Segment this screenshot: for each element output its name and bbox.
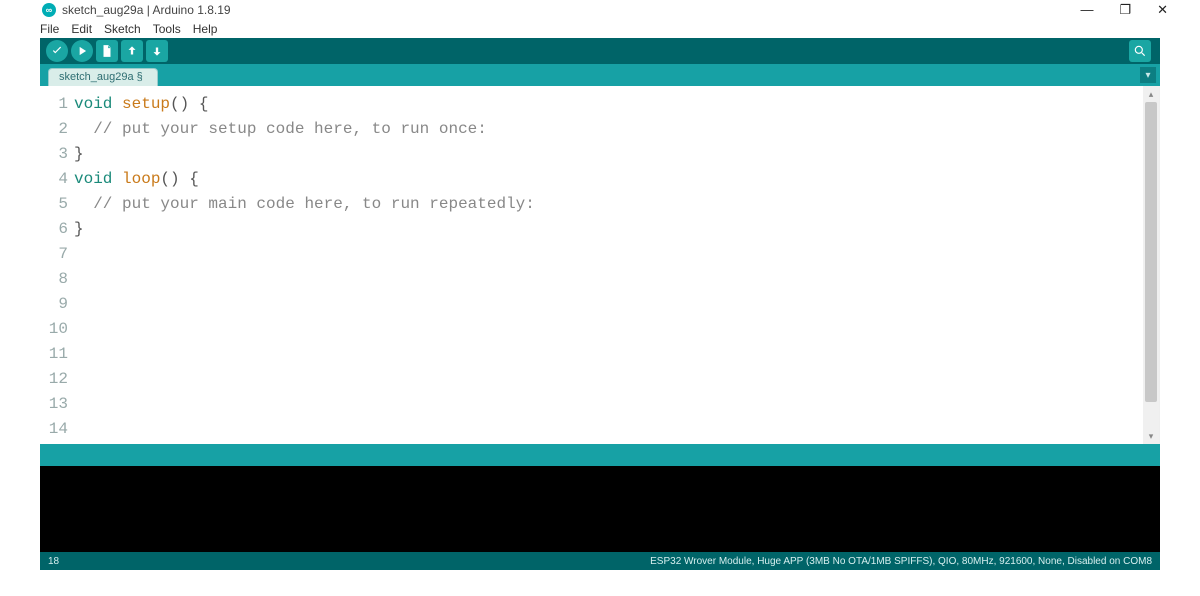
menu-sketch[interactable]: Sketch bbox=[104, 22, 141, 36]
vertical-scrollbar[interactable]: ▴ ▾ bbox=[1143, 86, 1159, 444]
keyword: void bbox=[74, 95, 112, 113]
menu-help[interactable]: Help bbox=[193, 22, 218, 36]
arduino-app-icon: ∞ bbox=[42, 3, 56, 17]
scroll-up-icon[interactable]: ▴ bbox=[1143, 86, 1159, 102]
magnifier-icon bbox=[1133, 44, 1147, 58]
bottom-statusbar: 18 ESP32 Wrover Module, Huge APP (3MB No… bbox=[40, 552, 1160, 570]
tab-menu-button[interactable]: ▾ bbox=[1140, 67, 1156, 83]
scrollbar-thumb[interactable] bbox=[1145, 102, 1157, 402]
menu-file[interactable]: File bbox=[40, 22, 59, 36]
comment: // put your main code here, to run repea… bbox=[74, 195, 535, 213]
line-number: 2 bbox=[40, 117, 74, 142]
menu-tools[interactable]: Tools bbox=[153, 22, 181, 36]
function-name: setup bbox=[122, 95, 170, 113]
build-status-bar bbox=[40, 444, 1160, 466]
line-number: 13 bbox=[40, 392, 74, 417]
titlebar: ∞ sketch_aug29a | Arduino 1.8.19 — ❐ ✕ bbox=[0, 0, 1200, 20]
comment: // put your setup code here, to run once… bbox=[74, 120, 487, 138]
new-button[interactable] bbox=[96, 40, 118, 62]
keyword: void bbox=[74, 170, 112, 188]
check-icon bbox=[50, 44, 64, 58]
line-number: 3 bbox=[40, 142, 74, 167]
line-number: 10 bbox=[40, 317, 74, 342]
close-button[interactable]: ✕ bbox=[1157, 3, 1168, 17]
line-number: 5 bbox=[40, 192, 74, 217]
line-number: 14 bbox=[40, 417, 74, 442]
save-button[interactable] bbox=[146, 40, 168, 62]
menu-edit[interactable]: Edit bbox=[71, 22, 92, 36]
arrow-right-icon bbox=[75, 44, 89, 58]
line-number: 11 bbox=[40, 342, 74, 367]
line-number: 6 bbox=[40, 217, 74, 242]
verify-button[interactable] bbox=[46, 40, 68, 62]
maximize-button[interactable]: ❐ bbox=[1119, 3, 1131, 17]
line-number: 7 bbox=[40, 242, 74, 267]
line-number: 4 bbox=[40, 167, 74, 192]
line-gutter: 1 2 3 4 5 6 7 8 9 10 11 12 13 14 bbox=[40, 86, 74, 444]
status-line-col: 18 bbox=[48, 556, 59, 567]
scroll-down-icon[interactable]: ▾ bbox=[1143, 428, 1159, 444]
arrow-down-icon bbox=[150, 44, 164, 58]
window-title: sketch_aug29a | Arduino 1.8.19 bbox=[62, 3, 231, 17]
code-text: () { bbox=[160, 170, 198, 188]
line-number: 9 bbox=[40, 292, 74, 317]
toolbar bbox=[40, 38, 1160, 64]
code-area[interactable]: void setup() { // put your setup code he… bbox=[74, 86, 1143, 444]
arrow-up-icon bbox=[125, 44, 139, 58]
tabstrip: sketch_aug29a § ▾ bbox=[40, 64, 1160, 86]
serial-monitor-button[interactable] bbox=[1129, 40, 1151, 62]
code-text: () { bbox=[170, 95, 208, 113]
function-name: loop bbox=[122, 170, 160, 188]
output-console[interactable] bbox=[40, 466, 1160, 552]
open-button[interactable] bbox=[121, 40, 143, 62]
line-number: 8 bbox=[40, 267, 74, 292]
new-file-icon bbox=[100, 44, 114, 58]
code-editor[interactable]: 1 2 3 4 5 6 7 8 9 10 11 12 13 14 void se… bbox=[40, 86, 1160, 444]
menubar: File Edit Sketch Tools Help bbox=[0, 20, 1200, 38]
upload-button[interactable] bbox=[71, 40, 93, 62]
code-text: } bbox=[74, 142, 1143, 167]
tab-sketch[interactable]: sketch_aug29a § bbox=[48, 68, 158, 86]
line-number: 1 bbox=[40, 92, 74, 117]
minimize-button[interactable]: — bbox=[1080, 3, 1093, 17]
status-board-info: ESP32 Wrover Module, Huge APP (3MB No OT… bbox=[650, 556, 1152, 567]
line-number: 12 bbox=[40, 367, 74, 392]
code-text: } bbox=[74, 217, 1143, 242]
